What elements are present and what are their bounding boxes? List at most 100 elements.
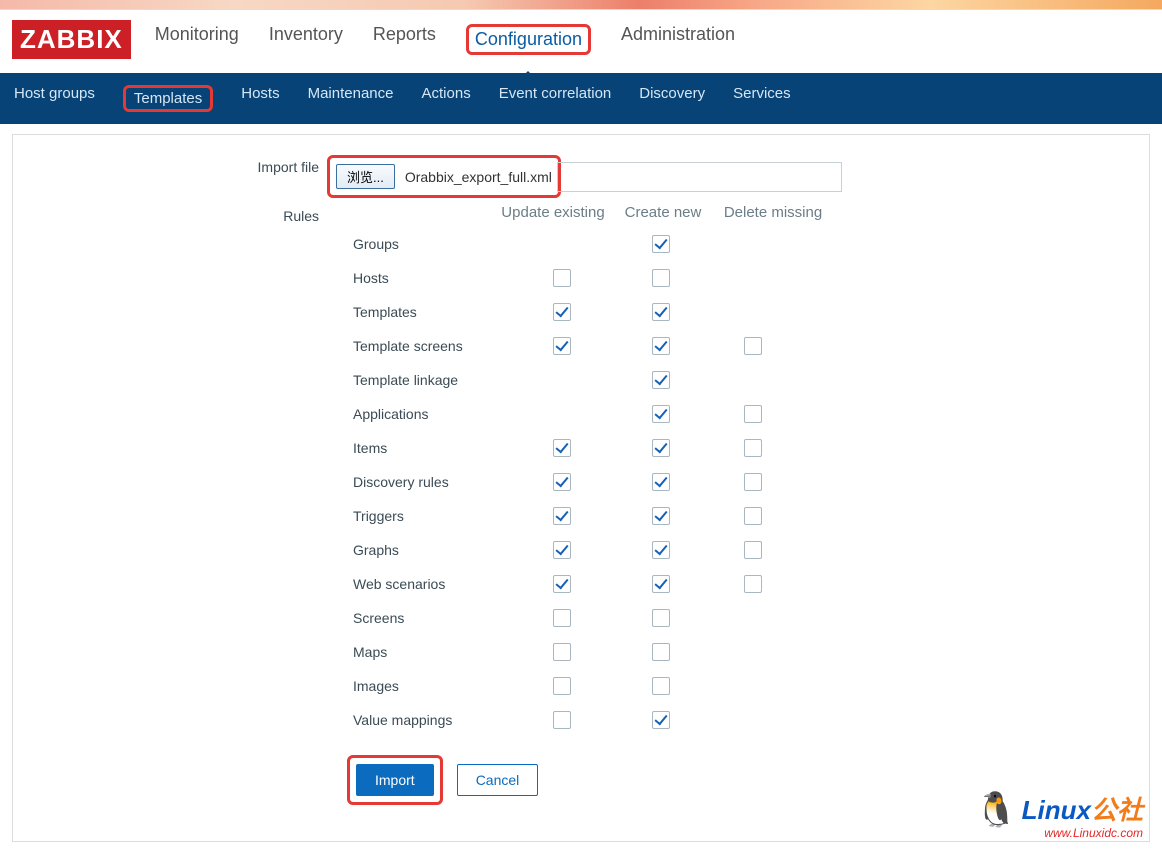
button-row: Import Cancel: [353, 755, 538, 805]
main-nav-reports[interactable]: Reports: [369, 18, 440, 61]
checkbox-images-update-existing[interactable]: [553, 677, 571, 695]
rule-name: Screens: [353, 610, 509, 626]
file-input-tail[interactable]: [557, 162, 842, 192]
import-file-label: Import file: [33, 155, 333, 175]
rule-row: Graphs: [353, 533, 833, 567]
checkbox-applications-create-new[interactable]: [652, 405, 670, 423]
checkbox-maps-create-new[interactable]: [652, 643, 670, 661]
main-nav-administration[interactable]: Administration: [617, 18, 739, 61]
header-create-new: Create new: [613, 204, 713, 221]
import-file-row: Import file 浏览... Orabbix_export_full.xm…: [33, 155, 1129, 198]
checkbox-discovery-rules-delete-missing[interactable]: [744, 473, 762, 491]
rule-name: Applications: [353, 406, 509, 422]
checkbox-groups-create-new[interactable]: [652, 235, 670, 253]
rule-row: Template screens: [353, 329, 833, 363]
rules-header: Update existing Create new Delete missin…: [353, 204, 833, 221]
checkbox-graphs-delete-missing[interactable]: [744, 541, 762, 559]
checkbox-graphs-update-existing[interactable]: [553, 541, 571, 559]
zabbix-logo[interactable]: ZABBIX: [12, 20, 131, 59]
sub-nav-templates[interactable]: Templates: [121, 81, 215, 116]
header: ZABBIX Monitoring Inventory Reports Configu…: [0, 10, 1162, 73]
rule-name: Images: [353, 678, 509, 694]
browse-button[interactable]: 浏览...: [336, 164, 395, 189]
checkbox-templates-create-new[interactable]: [652, 303, 670, 321]
sub-nav-hosts[interactable]: Hosts: [239, 81, 281, 116]
checkbox-triggers-update-existing[interactable]: [553, 507, 571, 525]
watermark-brand: Linux公社: [1022, 797, 1143, 823]
checkbox-triggers-create-new[interactable]: [652, 507, 670, 525]
nav-pointer-icon: [520, 71, 536, 79]
checkbox-web-scenarios-create-new[interactable]: [652, 575, 670, 593]
rules-table: Update existing Create new Delete missin…: [353, 204, 833, 805]
checkbox-template-screens-delete-missing[interactable]: [744, 337, 762, 355]
checkbox-triggers-delete-missing[interactable]: [744, 507, 762, 525]
rule-name: Value mappings: [353, 712, 509, 728]
sub-nav-actions[interactable]: Actions: [420, 81, 473, 116]
rule-name: Graphs: [353, 542, 509, 558]
checkbox-applications-delete-missing[interactable]: [744, 405, 762, 423]
checkbox-web-scenarios-update-existing[interactable]: [553, 575, 571, 593]
rule-name: Groups: [353, 236, 509, 252]
checkbox-template-screens-create-new[interactable]: [652, 337, 670, 355]
checkbox-hosts-update-existing[interactable]: [553, 269, 571, 287]
rule-row: Value mappings: [353, 703, 833, 737]
rule-row: Maps: [353, 635, 833, 669]
checkbox-discovery-rules-update-existing[interactable]: [553, 473, 571, 491]
rule-name: Triggers: [353, 508, 509, 524]
main-nav-monitoring[interactable]: Monitoring: [151, 18, 243, 61]
import-button[interactable]: Import: [356, 764, 434, 796]
browser-top-strip: [0, 0, 1162, 10]
cancel-button[interactable]: Cancel: [457, 764, 539, 796]
rule-name: Maps: [353, 644, 509, 660]
checkbox-templates-update-existing[interactable]: [553, 303, 571, 321]
main-nav: Monitoring Inventory Reports Configuration A…: [151, 18, 739, 61]
sub-nav-services[interactable]: Services: [731, 81, 793, 116]
checkbox-template-screens-update-existing[interactable]: [553, 337, 571, 355]
checkbox-value-mappings-update-existing[interactable]: [553, 711, 571, 729]
rule-row: Groups: [353, 227, 833, 261]
main-nav-inventory[interactable]: Inventory: [265, 18, 347, 61]
rule-name: Items: [353, 440, 509, 456]
import-button-highlight: Import: [347, 755, 443, 805]
watermark-url: www.Linuxidc.com: [975, 827, 1143, 839]
rule-row: Web scenarios: [353, 567, 833, 601]
rule-row: Items: [353, 431, 833, 465]
selected-file-name: Orabbix_export_full.xml: [405, 169, 552, 185]
checkbox-screens-create-new[interactable]: [652, 609, 670, 627]
sub-nav-host-groups[interactable]: Host groups: [12, 81, 97, 116]
checkbox-value-mappings-create-new[interactable]: [652, 711, 670, 729]
rule-row: Screens: [353, 601, 833, 635]
checkbox-maps-update-existing[interactable]: [553, 643, 571, 661]
checkbox-screens-update-existing[interactable]: [553, 609, 571, 627]
checkbox-items-delete-missing[interactable]: [744, 439, 762, 457]
rule-row: Templates: [353, 295, 833, 329]
sub-nav-maintenance[interactable]: Maintenance: [306, 81, 396, 116]
rule-row: Images: [353, 669, 833, 703]
header-delete-missing: Delete missing: [713, 204, 833, 221]
rule-name: Templates: [353, 304, 509, 320]
rule-row: Discovery rules: [353, 465, 833, 499]
header-update-existing: Update existing: [493, 204, 613, 221]
sub-nav-discovery[interactable]: Discovery: [637, 81, 707, 116]
checkbox-hosts-create-new[interactable]: [652, 269, 670, 287]
rule-name: Hosts: [353, 270, 509, 286]
checkbox-web-scenarios-delete-missing[interactable]: [744, 575, 762, 593]
rule-name: Template linkage: [353, 372, 509, 388]
rules-row: Rules Update existing Create new Delete …: [33, 204, 1129, 805]
rules-label: Rules: [33, 204, 333, 224]
sub-nav: Host groups Templates Hosts Maintenance Acti…: [0, 73, 1162, 124]
rule-row: Applications: [353, 397, 833, 431]
rule-row: Hosts: [353, 261, 833, 295]
watermark: 🐧 Linux公社 www.Linuxidc.com: [975, 793, 1143, 839]
checkbox-items-update-existing[interactable]: [553, 439, 571, 457]
rule-name: Template screens: [353, 338, 509, 354]
checkbox-template-linkage-create-new[interactable]: [652, 371, 670, 389]
main-nav-configuration[interactable]: Configuration: [462, 18, 595, 61]
checkbox-images-create-new[interactable]: [652, 677, 670, 695]
rule-row: Triggers: [353, 499, 833, 533]
sub-nav-event-correlation[interactable]: Event correlation: [497, 81, 614, 116]
checkbox-discovery-rules-create-new[interactable]: [652, 473, 670, 491]
import-file-highlight: 浏览... Orabbix_export_full.xml: [327, 155, 561, 198]
checkbox-items-create-new[interactable]: [652, 439, 670, 457]
checkbox-graphs-create-new[interactable]: [652, 541, 670, 559]
